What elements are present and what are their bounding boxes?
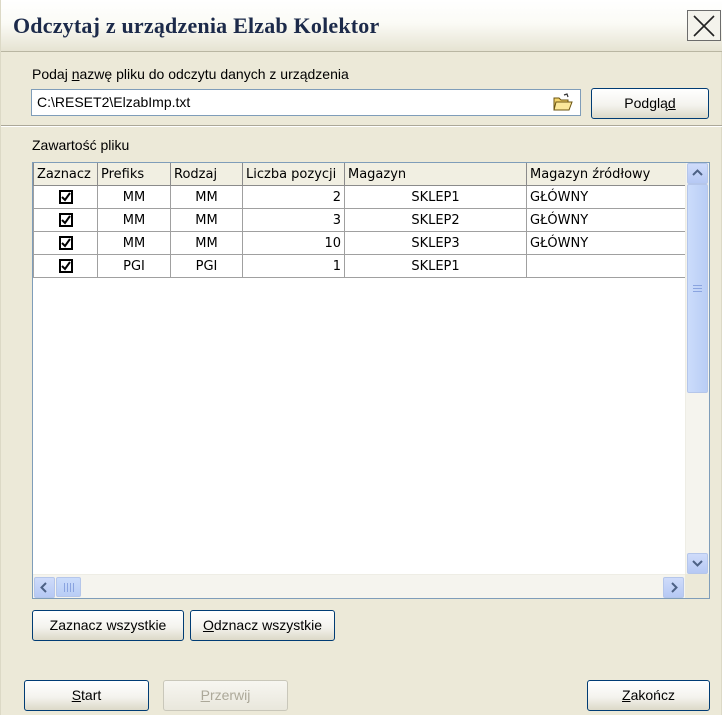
- prefix-cell: MM: [97, 208, 171, 232]
- close-window-button[interactable]: [687, 10, 721, 41]
- checkmark-icon: [60, 192, 71, 202]
- scrollbar-corner: [685, 574, 709, 598]
- separator: [1, 125, 722, 127]
- type-cell: MM: [170, 208, 243, 232]
- column-header-rodzaj[interactable]: Rodzaj: [170, 163, 243, 186]
- warehouse-cell: SKLEP2: [344, 208, 527, 232]
- scroll-left-button[interactable]: [34, 577, 55, 598]
- checkmark-icon: [60, 261, 71, 271]
- horizontal-scrollbar[interactable]: [33, 574, 685, 598]
- prefix-cell: MM: [97, 231, 171, 255]
- warehouse-cell: SKLEP3: [344, 231, 527, 255]
- source-warehouse-cell: GŁÓWNY: [526, 185, 686, 209]
- row-checkbox[interactable]: [58, 213, 73, 227]
- warehouse-cell: SKLEP1: [344, 185, 527, 209]
- chevron-up-icon: [692, 169, 703, 176]
- checkmark-icon: [60, 238, 71, 248]
- column-header-prefiks[interactable]: Prefiks: [97, 163, 171, 186]
- scroll-right-button[interactable]: [663, 577, 684, 598]
- count-cell: 2: [242, 185, 345, 209]
- select-cell[interactable]: [33, 254, 98, 278]
- column-header-zaznacz[interactable]: Zaznacz: [33, 163, 98, 186]
- scroll-up-button[interactable]: [687, 163, 708, 184]
- close-icon: [693, 15, 715, 37]
- count-cell: 1: [242, 254, 345, 278]
- count-cell: 10: [242, 231, 345, 255]
- file-path-label: Podaj nazwę pliku do odczytu danych z ur…: [32, 66, 349, 82]
- select-cell[interactable]: [33, 185, 98, 209]
- table-row[interactable]: MM MM 10 SKLEP3 GŁÓWNY: [33, 231, 686, 255]
- title-bar[interactable]: Odczytaj z urządzenia Elzab Kolektor: [1, 0, 722, 52]
- row-checkbox[interactable]: [58, 259, 73, 273]
- warehouse-cell: SKLEP1: [344, 254, 527, 278]
- scroll-down-button[interactable]: [687, 553, 708, 574]
- row-checkbox[interactable]: [58, 236, 73, 250]
- chevron-left-icon: [40, 582, 47, 593]
- table-row[interactable]: MM MM 2 SKLEP1 GŁÓWNY: [33, 185, 686, 209]
- type-cell: MM: [170, 231, 243, 255]
- content-table: Zaznacz Prefiks Rodzaj Liczba pozycji Ma…: [33, 163, 686, 278]
- dialog-window: Odczytaj z urządzenia Elzab Kolektor Pod…: [0, 0, 722, 715]
- close-button[interactable]: Zakończ: [587, 680, 710, 711]
- start-button[interactable]: Start: [24, 680, 149, 711]
- select-cell[interactable]: [33, 231, 98, 255]
- source-warehouse-cell: [526, 254, 686, 278]
- column-header-magazyn-zrodlowy[interactable]: Magazyn źródłowy: [526, 163, 686, 186]
- horizontal-scroll-thumb[interactable]: [56, 577, 81, 597]
- file-content-grid[interactable]: Zaznacz Prefiks Rodzaj Liczba pozycji Ma…: [32, 162, 710, 599]
- count-cell: 3: [242, 208, 345, 232]
- row-checkbox[interactable]: [58, 190, 73, 204]
- folder-open-icon[interactable]: [553, 93, 573, 113]
- stop-button[interactable]: Przerwij: [163, 680, 288, 711]
- chevron-right-icon: [671, 582, 678, 593]
- select-cell[interactable]: [33, 208, 98, 232]
- column-header-magazyn[interactable]: Magazyn: [344, 163, 527, 186]
- deselect-all-button[interactable]: Odznacz wszystkie: [190, 610, 335, 641]
- vertical-scrollbar[interactable]: [685, 163, 709, 574]
- prefix-cell: MM: [97, 185, 171, 209]
- preview-button[interactable]: Podgląd: [591, 88, 709, 119]
- header-row: Zaznacz Prefiks Rodzaj Liczba pozycji Ma…: [33, 163, 686, 186]
- table-row[interactable]: PGI PGI 1 SKLEP1: [33, 254, 686, 278]
- checkmark-icon: [60, 215, 71, 225]
- source-warehouse-cell: GŁÓWNY: [526, 208, 686, 232]
- vertical-scroll-thumb[interactable]: [687, 184, 708, 393]
- window-title: Odczytaj z urządzenia Elzab Kolektor: [13, 13, 380, 38]
- type-cell: PGI: [170, 254, 243, 278]
- source-warehouse-cell: GŁÓWNY: [526, 231, 686, 255]
- column-header-liczba-pozycji[interactable]: Liczba pozycji: [242, 163, 345, 186]
- file-path-input[interactable]: C:\RESET2\ElzabImp.txt: [31, 89, 581, 116]
- file-content-label: Zawartość pliku: [32, 137, 130, 153]
- type-cell: MM: [170, 185, 243, 209]
- prefix-cell: PGI: [97, 254, 171, 278]
- chevron-down-icon: [692, 560, 703, 567]
- table-row[interactable]: MM MM 3 SKLEP2 GŁÓWNY: [33, 208, 686, 232]
- select-all-button[interactable]: Zaznacz wszystkie: [32, 610, 184, 641]
